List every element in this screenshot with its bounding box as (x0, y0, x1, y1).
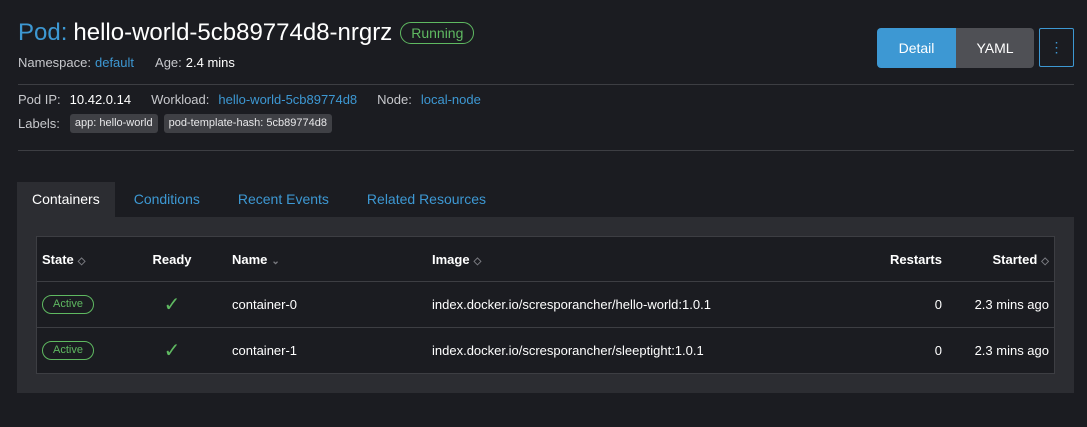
table-row: Active ✓ container-1 index.docker.io/scr… (36, 327, 1055, 374)
ready-cell: ✓ (137, 281, 207, 328)
detail-tabs: Containers Conditions Recent Events Rela… (17, 182, 505, 217)
page-title: Pod: hello-world-5cb89774d8-nrgrz Runnin… (18, 19, 475, 47)
state-badge: Active (42, 341, 94, 360)
container-name: container-0 (207, 281, 427, 328)
container-image: index.docker.io/scresporancher/hello-wor… (427, 281, 837, 328)
column-restarts-label: Restarts (889, 251, 942, 267)
info-divider (18, 150, 1074, 151)
labels-row: Labels: app: hello-world pod-template-ha… (18, 114, 332, 133)
resource-type-label: Pod: (18, 19, 68, 46)
column-image[interactable]: Image ◇ (427, 237, 837, 282)
age-value: 2.4 mins (185, 55, 235, 70)
tab-related-resources[interactable]: Related Resources (348, 182, 505, 217)
node-label: Node: (377, 92, 412, 107)
labels-label: Labels: (18, 116, 60, 131)
container-image: index.docker.io/scresporancher/sleeptigh… (427, 327, 837, 374)
status-badge: Running (400, 22, 475, 44)
node-link[interactable]: local-node (421, 92, 481, 107)
namespace-link[interactable]: default (95, 55, 134, 70)
yaml-button[interactable]: YAML (956, 28, 1034, 68)
table-row: Active ✓ container-0 index.docker.io/scr… (36, 281, 1055, 328)
state-cell: Active (36, 327, 137, 374)
column-name-label: Name (232, 251, 268, 267)
column-started[interactable]: Started ◇ (947, 237, 1055, 282)
vertical-ellipsis-icon: ⋮ (1049, 39, 1064, 55)
header-divider (18, 84, 1074, 85)
column-image-label: Image (432, 251, 470, 267)
pod-ip-value: 10.42.0.14 (69, 92, 132, 107)
sort-icon: ◇ (473, 255, 482, 267)
containers-table: State ◇ Ready Name ⌄ Image ◇ Restarts Start… (36, 236, 1055, 374)
started-value: 2.3 mins ago (947, 281, 1055, 328)
started-value: 2.3 mins ago (947, 327, 1055, 374)
age-label: Age: (155, 55, 182, 70)
label-tag: pod-template-hash: 5cb89774d8 (163, 114, 332, 133)
state-cell: Active (36, 281, 137, 328)
more-actions-button[interactable]: ⋮ (1039, 28, 1074, 67)
state-badge: Active (42, 295, 94, 314)
check-icon: ✓ (163, 294, 181, 316)
column-started-label: Started (992, 251, 1038, 267)
ready-cell: ✓ (137, 327, 207, 374)
check-icon: ✓ (163, 340, 181, 362)
column-state[interactable]: State ◇ (37, 237, 138, 282)
column-ready: Ready (137, 237, 207, 282)
column-name[interactable]: Name ⌄ (207, 237, 427, 282)
pod-detail-page: Pod: hello-world-5cb89774d8-nrgrz Runnin… (0, 0, 1087, 427)
restarts-value: 0 (837, 281, 947, 328)
workload-link[interactable]: hello-world-5cb89774d8 (218, 92, 357, 107)
column-ready-label: Ready (152, 251, 192, 267)
age-meta: Age: 2.4 mins (155, 55, 235, 70)
pod-ip-label: Pod IP: (18, 92, 61, 107)
column-restarts: Restarts (837, 237, 947, 282)
namespace-label: Namespace: (18, 55, 91, 70)
sort-desc-icon: ⌄ (271, 255, 280, 267)
tab-recent-events[interactable]: Recent Events (219, 182, 348, 217)
view-mode-toggle: Detail YAML (877, 28, 1034, 68)
table-header-row: State ◇ Ready Name ⌄ Image ◇ Restarts Start… (37, 237, 1055, 282)
tab-containers[interactable]: Containers (17, 182, 115, 217)
container-name: container-1 (207, 327, 427, 374)
tab-conditions[interactable]: Conditions (115, 182, 219, 217)
sort-icon: ◇ (77, 255, 86, 267)
sort-icon: ◇ (1041, 255, 1049, 267)
pod-meta: Namespace: default Age: 2.4 mins (18, 55, 256, 70)
namespace-meta: Namespace: default (18, 55, 134, 70)
column-state-label: State (42, 251, 74, 267)
restarts-value: 0 (837, 327, 947, 374)
pod-name: hello-world-5cb89774d8-nrgrz (73, 19, 393, 46)
label-tag: app: hello-world (69, 114, 158, 133)
pod-info: Pod IP: 10.42.0.14 Workload: hello-world… (18, 92, 501, 107)
workload-label: Workload: (151, 92, 210, 107)
detail-button[interactable]: Detail (877, 28, 956, 68)
